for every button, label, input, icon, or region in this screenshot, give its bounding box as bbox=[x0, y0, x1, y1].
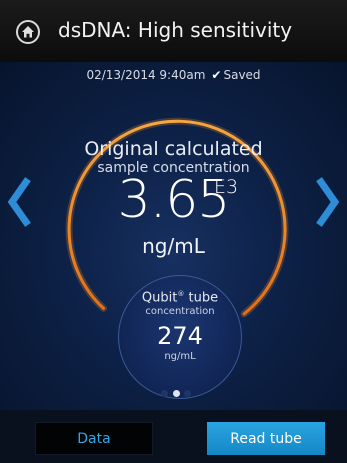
main-reading-unit: ng/mL bbox=[142, 234, 205, 258]
home-icon bbox=[22, 26, 34, 38]
tube-reading-unit: ng/mL bbox=[164, 351, 196, 362]
main-reading-label: Original calculated bbox=[84, 138, 263, 160]
main-reading-exponent: E3 bbox=[214, 176, 239, 198]
timestamp: 02/13/2014 9:40am bbox=[86, 68, 206, 82]
tube-reading-sublabel: concentration bbox=[145, 306, 215, 317]
read-tube-button[interactable]: Read tube bbox=[207, 422, 325, 455]
status-row: 02/13/2014 9:40am ✔ Saved bbox=[0, 68, 347, 82]
tube-reading-value: 274 bbox=[157, 322, 203, 350]
saved-label: Saved bbox=[223, 68, 261, 82]
home-button[interactable] bbox=[16, 20, 40, 44]
main-reading-value: 3.65 bbox=[117, 170, 231, 230]
page-dot[interactable] bbox=[184, 389, 191, 397]
tube-reading-label: Qubit® tube bbox=[141, 290, 219, 306]
result-screen: 02/13/2014 9:40am ✔ Saved Original calcula… bbox=[0, 62, 347, 410]
page-dot-active[interactable] bbox=[172, 389, 180, 397]
page-title: dsDNA: High sensitivity bbox=[58, 18, 293, 42]
checkmark-icon: ✔ bbox=[211, 68, 222, 82]
main-reading: 3.65 E3 bbox=[0, 174, 347, 226]
data-button[interactable]: Data bbox=[35, 422, 153, 455]
page-dot[interactable] bbox=[161, 389, 168, 397]
app-header: dsDNA: High sensitivity bbox=[0, 0, 347, 63]
bottom-toolbar: Data Read tube bbox=[0, 410, 347, 463]
page-indicator bbox=[161, 388, 191, 398]
